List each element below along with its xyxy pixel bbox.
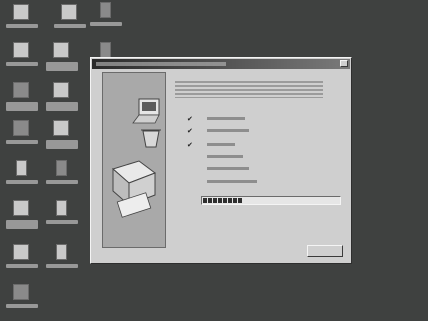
setup-icon (13, 200, 29, 216)
notepad-icon (16, 160, 27, 176)
globe-icon (13, 82, 29, 98)
desktop-icon-notepad[interactable] (4, 160, 40, 194)
icon-caption (6, 62, 38, 66)
icon-caption (46, 180, 78, 184)
step-label (207, 167, 249, 170)
progress-block (223, 198, 227, 203)
app-icon (13, 284, 29, 300)
console-icon (53, 120, 69, 136)
monitor-icon (132, 98, 160, 124)
tool-icon (13, 120, 29, 136)
desktop-icon-globe[interactable] (4, 82, 40, 116)
desktop-icon-my-computer[interactable] (4, 4, 40, 38)
desktop-icon-tool[interactable] (4, 120, 40, 154)
desktop-icon-installer[interactable] (4, 244, 40, 278)
database-icon (56, 200, 67, 216)
icon-caption (46, 140, 78, 149)
check-icon: ✔ (187, 127, 193, 135)
desktop-icon-console[interactable] (44, 120, 80, 154)
check-icon: ✔ (187, 115, 193, 123)
computer-icon (13, 4, 29, 20)
ok-button[interactable] (307, 245, 343, 257)
desktop-icon-setup[interactable] (4, 200, 40, 234)
icon-caption (6, 304, 38, 308)
shortcut-icon (100, 42, 111, 58)
step-label (207, 143, 235, 146)
icon-caption (46, 220, 78, 224)
icon-caption (46, 102, 78, 111)
step-label (207, 155, 243, 158)
icon-caption (54, 24, 86, 28)
progress-block (213, 198, 217, 203)
progress-block (218, 198, 222, 203)
desktop-icon-recycle-bin[interactable] (88, 2, 124, 36)
recycle-bin-icon (100, 2, 111, 18)
network-icon (61, 4, 77, 20)
mail-icon (53, 42, 69, 58)
intro-text (175, 81, 323, 98)
icon-caption (6, 264, 38, 268)
desktop-icon-settings[interactable] (44, 244, 80, 278)
step-label (207, 180, 257, 183)
trash-icon (141, 129, 161, 148)
wizard-illustration (111, 98, 161, 218)
progress-block (238, 198, 242, 203)
progress-block (208, 198, 212, 203)
desktop-icon-network[interactable] (52, 4, 88, 38)
icon-caption (6, 102, 38, 111)
progress-block (203, 198, 207, 203)
installer-icon (13, 244, 29, 260)
icon-caption (6, 180, 38, 184)
dialog-title (96, 62, 226, 66)
icon-caption (6, 220, 38, 229)
step-label (207, 129, 249, 132)
icon-caption (46, 62, 78, 71)
box-icon (111, 160, 157, 218)
dialog-titlebar[interactable] (92, 59, 350, 69)
progress-block (233, 198, 237, 203)
uninstall-dialog: ✔ ✔ ✔ (90, 57, 352, 264)
icon-caption (6, 140, 38, 144)
desktop-icon-database[interactable] (44, 200, 80, 234)
settings-icon (56, 244, 67, 260)
icon-caption (90, 22, 122, 26)
progress-bar (201, 196, 341, 205)
check-icon: ✔ (187, 141, 193, 149)
progress-fill (202, 197, 340, 204)
gear-icon (56, 160, 67, 176)
desktop-icon-document[interactable] (44, 82, 80, 116)
progress-block (228, 198, 232, 203)
desktop-icon-folder[interactable] (4, 42, 40, 76)
desktop-icon-gear[interactable] (44, 160, 80, 194)
close-button[interactable] (340, 60, 348, 67)
step-label (207, 117, 245, 120)
desktop-icon-app[interactable] (4, 284, 40, 318)
wizard-side-panel (102, 72, 166, 248)
desktop-icon-mail[interactable] (44, 42, 80, 76)
icon-caption (6, 24, 38, 28)
folder-icon (13, 42, 29, 58)
document-icon (53, 82, 69, 98)
icon-caption (46, 264, 78, 268)
